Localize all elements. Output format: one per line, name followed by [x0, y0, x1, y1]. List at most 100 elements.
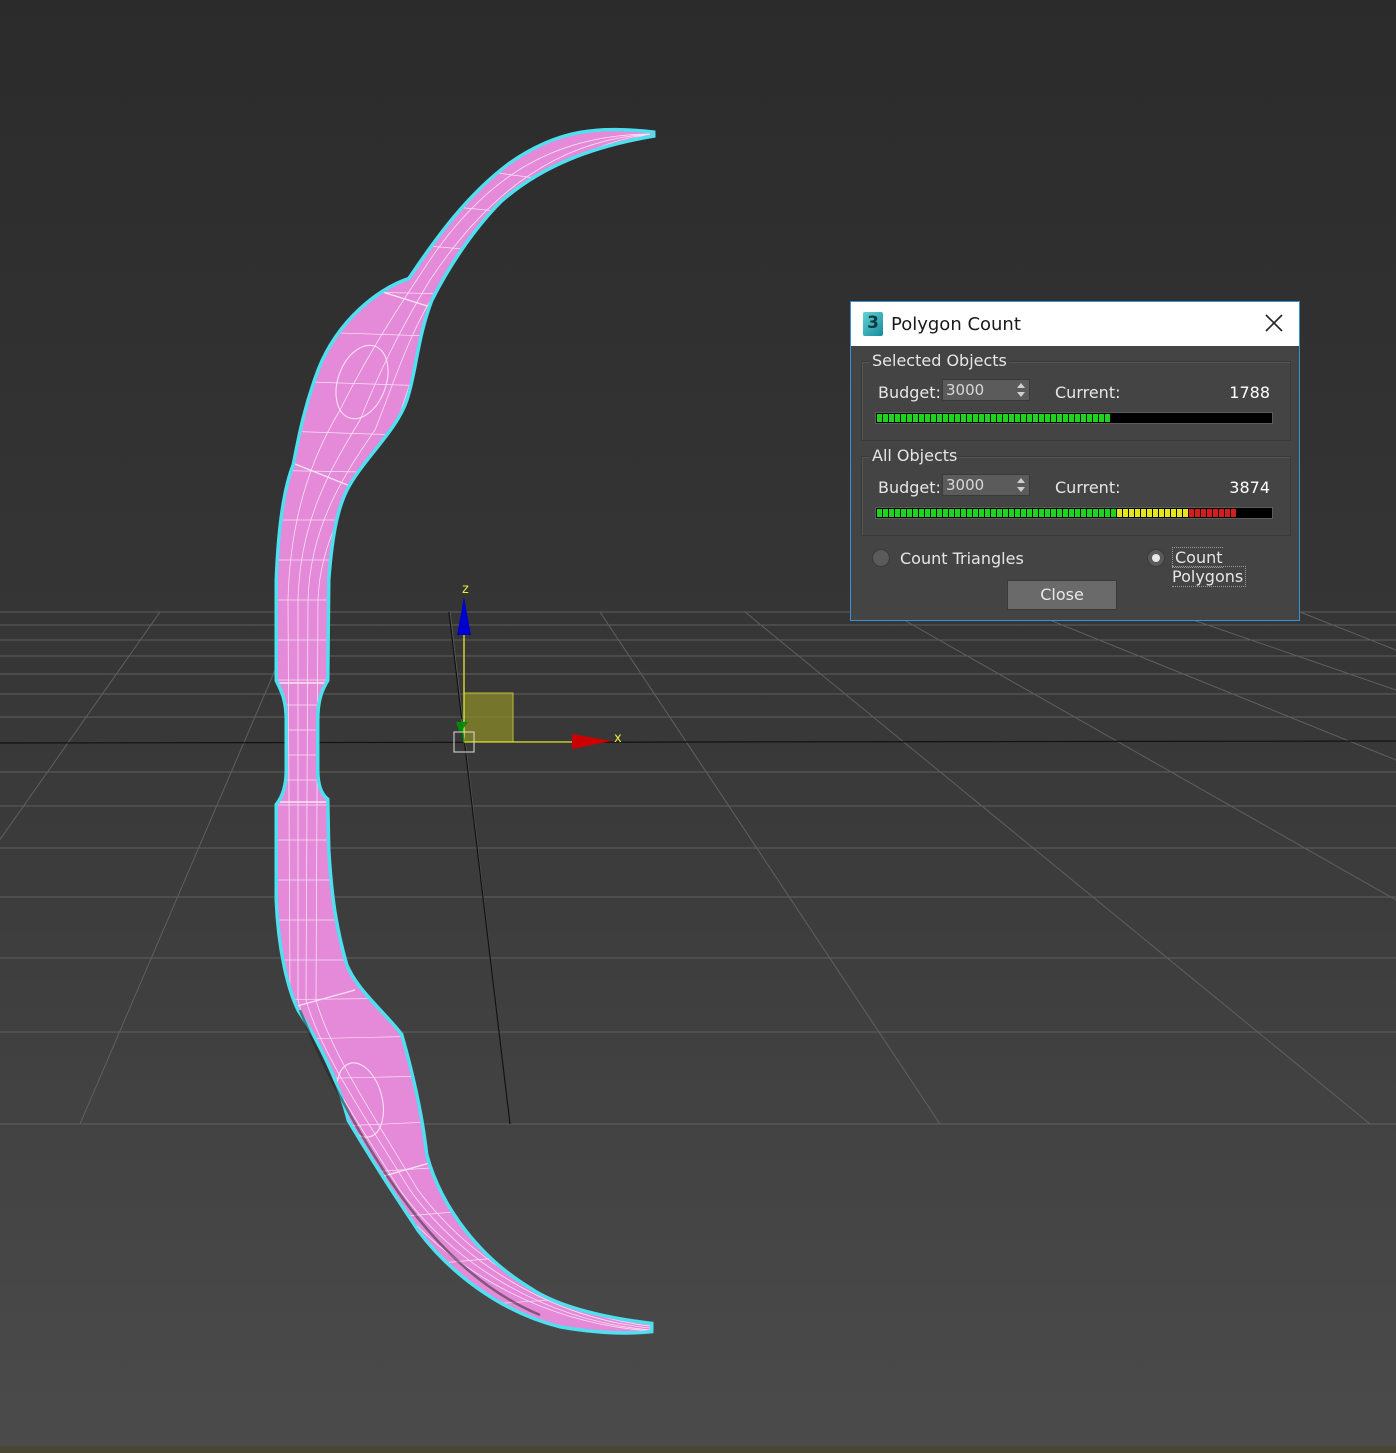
meter-segment: [913, 414, 918, 422]
polygon-count-dialog[interactable]: 3 Polygon Count Selected Objects Budget:…: [850, 301, 1300, 621]
meter-segment: [937, 509, 942, 517]
radio-selected-dot: [1152, 554, 1160, 562]
meter-segment: [1045, 414, 1050, 422]
all-budget-value: 3000: [946, 476, 985, 494]
meter-segment: [985, 509, 990, 517]
all-objects-group: All Objects Budget: 3000 Current: 3874: [861, 446, 1291, 536]
viewport-bottom-strip: [0, 1446, 1396, 1453]
dialog-title: Polygon Count: [891, 314, 1021, 335]
selected-budget-value: 3000: [946, 381, 985, 399]
meter-segment: [1057, 414, 1062, 422]
meter-segment: [991, 509, 996, 517]
z-axis-label: z: [462, 582, 469, 597]
selected-count-meter: [875, 412, 1273, 424]
meter-segment: [1189, 509, 1194, 517]
all-budget-spinner[interactable]: 3000: [942, 474, 1030, 496]
count-polygons-text: Count Polygons: [1172, 547, 1247, 587]
meter-segment: [1117, 509, 1122, 517]
meter-segment: [1069, 509, 1074, 517]
selected-current-value: 1788: [1229, 383, 1270, 402]
meter-segment: [973, 414, 978, 422]
meter-segment: [1009, 509, 1014, 517]
close-icon[interactable]: [1263, 312, 1285, 334]
meter-segment: [889, 414, 894, 422]
all-meter-segments: [877, 509, 1236, 517]
meter-segment: [949, 509, 954, 517]
meter-segment: [997, 414, 1002, 422]
y-axis-label: y: [460, 715, 467, 729]
meter-segment: [877, 509, 882, 517]
meter-segment: [919, 414, 924, 422]
meter-segment: [1075, 414, 1080, 422]
meter-segment: [877, 414, 882, 422]
meter-segment: [1147, 509, 1152, 517]
meter-segment: [907, 414, 912, 422]
meter-segment: [1021, 509, 1026, 517]
meter-segment: [1183, 509, 1188, 517]
meter-segment: [1039, 509, 1044, 517]
count-triangles-radio[interactable]: [872, 549, 890, 567]
selected-budget-label: Budget:: [878, 383, 941, 402]
meter-segment: [1123, 509, 1128, 517]
perspective-viewport[interactable]: z x y: [0, 0, 1396, 1453]
close-button[interactable]: Close: [1007, 580, 1117, 610]
meter-segment: [1027, 414, 1032, 422]
meter-segment: [1153, 509, 1158, 517]
meter-segment: [1219, 509, 1224, 517]
meter-segment: [1027, 509, 1032, 517]
meter-segment: [1039, 414, 1044, 422]
meter-segment: [895, 509, 900, 517]
meter-segment: [1003, 509, 1008, 517]
meter-segment: [1087, 509, 1092, 517]
selected-meter-segments: [877, 414, 1110, 422]
meter-segment: [1021, 414, 1026, 422]
meter-segment: [1171, 509, 1176, 517]
meter-segment: [949, 414, 954, 422]
meter-segment: [955, 509, 960, 517]
meter-segment: [895, 414, 900, 422]
meter-segment: [1105, 414, 1110, 422]
meter-segment: [1075, 509, 1080, 517]
3ds-max-icon: 3: [863, 312, 883, 336]
meter-segment: [1165, 509, 1170, 517]
meter-segment: [1093, 414, 1098, 422]
meter-segment: [1159, 509, 1164, 517]
meter-segment: [889, 509, 894, 517]
count-polygons-label[interactable]: Count Polygons: [1172, 547, 1299, 587]
viewport-scene: z x y: [0, 0, 1396, 1453]
meter-segment: [1081, 509, 1086, 517]
meter-segment: [955, 414, 960, 422]
meter-segment: [883, 509, 888, 517]
meter-segment: [1099, 509, 1104, 517]
meter-segment: [1135, 509, 1140, 517]
meter-segment: [1063, 414, 1068, 422]
meter-segment: [961, 509, 966, 517]
selected-objects-group: Selected Objects Budget: 3000 Current: 1…: [861, 351, 1291, 441]
meter-segment: [1063, 509, 1068, 517]
all-budget-label: Budget:: [878, 478, 941, 497]
meter-segment: [925, 509, 930, 517]
meter-segment: [1099, 414, 1104, 422]
dialog-titlebar[interactable]: 3 Polygon Count: [851, 302, 1299, 346]
count-polygons-radio[interactable]: [1147, 549, 1165, 567]
meter-segment: [1033, 509, 1038, 517]
meter-segment: [931, 414, 936, 422]
meter-segment: [967, 414, 972, 422]
meter-segment: [973, 509, 978, 517]
meter-segment: [1069, 414, 1074, 422]
meter-segment: [1105, 509, 1110, 517]
meter-segment: [979, 414, 984, 422]
meter-segment: [1057, 509, 1062, 517]
meter-segment: [991, 414, 996, 422]
meter-segment: [937, 414, 942, 422]
spinner-arrows-icon[interactable]: [1016, 382, 1026, 398]
spinner-arrows-icon[interactable]: [1016, 477, 1026, 493]
meter-segment: [1015, 414, 1020, 422]
meter-segment: [1129, 509, 1134, 517]
selected-budget-spinner[interactable]: 3000: [942, 379, 1030, 401]
meter-segment: [1087, 414, 1092, 422]
meter-segment: [1207, 509, 1212, 517]
count-triangles-label[interactable]: Count Triangles: [900, 549, 1024, 568]
meter-segment: [931, 509, 936, 517]
meter-segment: [925, 414, 930, 422]
